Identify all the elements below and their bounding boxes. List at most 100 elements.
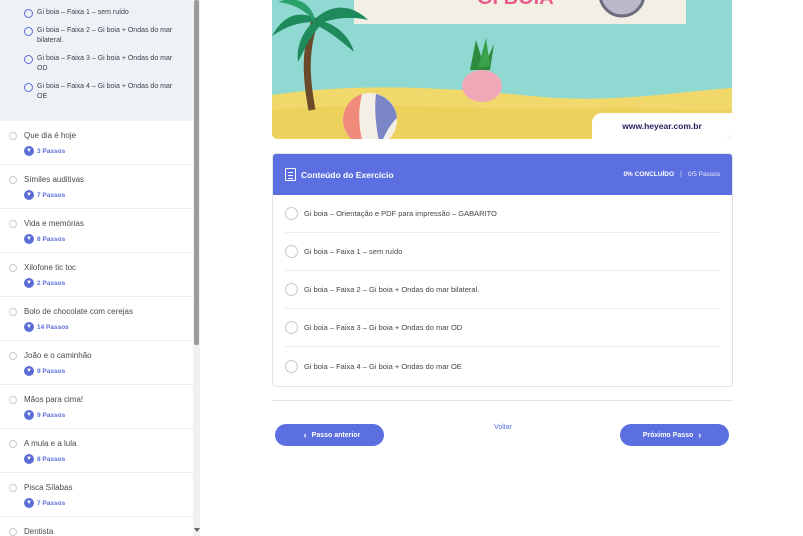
lesson-steps-count: 7 Passos: [37, 499, 66, 507]
progress-label: 0% CONCLUÍDO: [623, 171, 674, 178]
banner-url: www.heyear.com.br: [622, 121, 702, 131]
lesson-item[interactable]: Símiles auditivas ▼ 7 Passos: [0, 165, 199, 209]
lesson-item[interactable]: Pisca Sílabas ▼ 7 Passos: [0, 473, 199, 517]
lesson-title: Pisca Sílabas: [24, 483, 73, 492]
lesson-item[interactable]: Mãos para cima! ▼ 9 Passos: [0, 385, 199, 429]
divider: [272, 400, 733, 401]
sub-step-label: Gi boia – Faixa 3 – Gi boia + Ondas do m…: [37, 55, 173, 72]
lesson-steps-toggle[interactable]: ▼ 8 Passos: [24, 234, 199, 244]
lesson-steps-count: 8 Passos: [37, 455, 66, 463]
lesson-steps-count: 9 Passos: [37, 367, 66, 375]
lesson-steps-toggle[interactable]: ▼ 7 Passos: [24, 190, 199, 200]
lesson-steps-count: 14 Passos: [37, 323, 69, 331]
lesson-item[interactable]: Vida e memórias ▼ 8 Passos: [0, 209, 199, 253]
chevron-down-icon: ▼: [24, 322, 34, 332]
sub-step-label: Gi boia – Faixa 2 – Gi boia + Ondas do m…: [37, 27, 173, 44]
circle-icon: [24, 83, 33, 92]
sub-step-item[interactable]: Gi boia – Faixa 2 – Gi boia + Ondas do m…: [0, 22, 199, 50]
lesson-title: Dentista: [24, 527, 54, 536]
chevron-down-icon: ▼: [24, 454, 34, 464]
circle-icon: [9, 220, 17, 228]
document-icon: [285, 168, 296, 181]
content-item-label: Gi boia – Faixa 3 – Gi boia + Ondas do m…: [304, 323, 463, 332]
chevron-down-icon: ▼: [24, 234, 34, 244]
lesson-item[interactable]: Xilofone tic toc ▼ 2 Passos: [0, 253, 199, 297]
card-title: Conteúdo do Exercício: [301, 169, 394, 180]
lesson-steps-toggle[interactable]: ▼ 3 Passos: [24, 146, 199, 156]
lesson-item[interactable]: Bolo de chocolate com cerejas ▼ 14 Passo…: [0, 297, 199, 341]
circle-icon: [24, 55, 33, 64]
content-item[interactable]: Gi boia – Faixa 1 – sem ruído: [285, 233, 720, 271]
lesson-sidebar: Gi boia – Faixa 1 – sem ruído Gi boia – …: [0, 0, 200, 536]
lesson-title: Símiles auditivas: [24, 175, 85, 184]
sub-step-item[interactable]: Gi boia – Faixa 1 – sem ruído: [0, 4, 199, 22]
url-badge: www.heyear.com.br: [592, 113, 732, 139]
circle-icon: [9, 484, 17, 492]
circle-icon: [285, 245, 298, 258]
circle-icon: [285, 321, 298, 334]
content-item[interactable]: Gi boia – Faixa 3 – Gi boia + Ondas do m…: [285, 309, 720, 347]
lesson-steps-count: 3 Passos: [37, 147, 66, 155]
next-step-button[interactable]: Próximo Passo ›: [620, 424, 729, 446]
scroll-down-arrow-icon[interactable]: [194, 528, 200, 532]
lesson-title: Bolo de chocolate com cerejas: [24, 307, 133, 316]
lesson-steps-count: 8 Passos: [37, 235, 66, 243]
next-step-label: Próximo Passo: [642, 431, 694, 439]
content-item-label: Gi boia – Orientação e PDF para impressã…: [304, 209, 497, 218]
circle-icon: [285, 207, 298, 220]
circle-icon: [24, 9, 33, 18]
lesson-title: João e o caminhão: [24, 351, 92, 360]
lesson-steps-count: 2 Passos: [37, 279, 66, 287]
steps-count-label: 0/5 Passos: [687, 171, 720, 178]
back-link[interactable]: Voltar: [484, 424, 522, 431]
exercise-content-card: Conteúdo do Exercício 0% CONCLUÍDO | 0/5…: [272, 153, 733, 387]
page: Gi boia – Faixa 1 – sem ruído Gi boia – …: [0, 0, 803, 536]
exercise-banner: GI BOIA www.heyear.com.br: [272, 0, 732, 139]
lesson-title: Mãos para cima!: [24, 395, 84, 404]
content-item-label: Gi boia – Faixa 4 – Gi boia + Ondas do m…: [304, 361, 462, 371]
circle-icon: [9, 132, 17, 140]
banner-title: GI BOIA: [477, 0, 554, 9]
chevron-down-icon: ▼: [24, 146, 34, 156]
sub-step-item[interactable]: Gi boia – Faixa 3 – Gi boia + Ondas do m…: [0, 50, 199, 78]
circle-icon: [24, 27, 33, 36]
lesson-steps-toggle[interactable]: ▼ 8 Passos: [24, 454, 199, 464]
lesson-steps-toggle[interactable]: ▼ 9 Passos: [24, 366, 199, 376]
chevron-left-icon: ‹: [303, 430, 307, 440]
lesson-steps-count: 9 Passos: [37, 411, 66, 419]
lesson-item[interactable]: A mula e a lula ▼ 8 Passos: [0, 429, 199, 473]
previous-step-button[interactable]: ‹ Passo anterior: [275, 424, 384, 446]
sidebar-scroll-thumb[interactable]: [194, 0, 199, 345]
lesson-item[interactable]: Dentista: [0, 517, 199, 536]
chevron-down-icon: ▼: [24, 410, 34, 420]
sub-step-list: Gi boia – Faixa 1 – sem ruído Gi boia – …: [0, 0, 199, 121]
circle-icon: [285, 359, 298, 373]
circle-icon: [9, 396, 17, 404]
content-item[interactable]: Gi boia – Orientação e PDF para impressã…: [285, 195, 720, 233]
circle-icon: [9, 352, 17, 360]
chevron-down-icon: ▼: [24, 498, 34, 508]
lesson-steps-toggle[interactable]: ▼ 9 Passos: [24, 410, 199, 420]
content-item-label: Gi boia – Faixa 2 – Gi boia + Ondas do m…: [304, 285, 480, 294]
sub-step-label: Gi boia – Faixa 4 – Gi boia + Ondas do m…: [37, 83, 173, 100]
circle-icon: [9, 440, 17, 448]
lesson-steps-toggle[interactable]: ▼ 14 Passos: [24, 322, 199, 332]
chevron-down-icon: ▼: [24, 190, 34, 200]
content-item[interactable]: Gi boia – Faixa 4 – Gi boia + Ondas do m…: [285, 347, 720, 385]
circle-icon: [9, 528, 17, 536]
lesson-item[interactable]: Que dia é hoje ▼ 3 Passos: [0, 121, 199, 165]
lesson-title: A mula e a lula: [24, 439, 77, 448]
circle-icon: [9, 176, 17, 184]
lesson-title: Vida e memórias: [24, 219, 84, 228]
lesson-steps-toggle[interactable]: ▼ 2 Passos: [24, 278, 199, 288]
content-item[interactable]: Gi boia – Faixa 2 – Gi boia + Ondas do m…: [285, 271, 720, 309]
chevron-down-icon: ▼: [24, 366, 34, 376]
card-header: Conteúdo do Exercício 0% CONCLUÍDO | 0/5…: [273, 154, 732, 195]
lesson-steps-count: 7 Passos: [37, 191, 66, 199]
lesson-steps-toggle[interactable]: ▼ 7 Passos: [24, 498, 199, 508]
lesson-item[interactable]: João e o caminhão ▼ 9 Passos: [0, 341, 199, 385]
lesson-title: Xilofone tic toc: [24, 263, 77, 272]
previous-step-label: Passo anterior: [311, 431, 361, 439]
sub-step-item[interactable]: Gi boia – Faixa 4 – Gi boia + Ondas do m…: [0, 78, 199, 106]
chevron-right-icon: ›: [698, 430, 702, 440]
